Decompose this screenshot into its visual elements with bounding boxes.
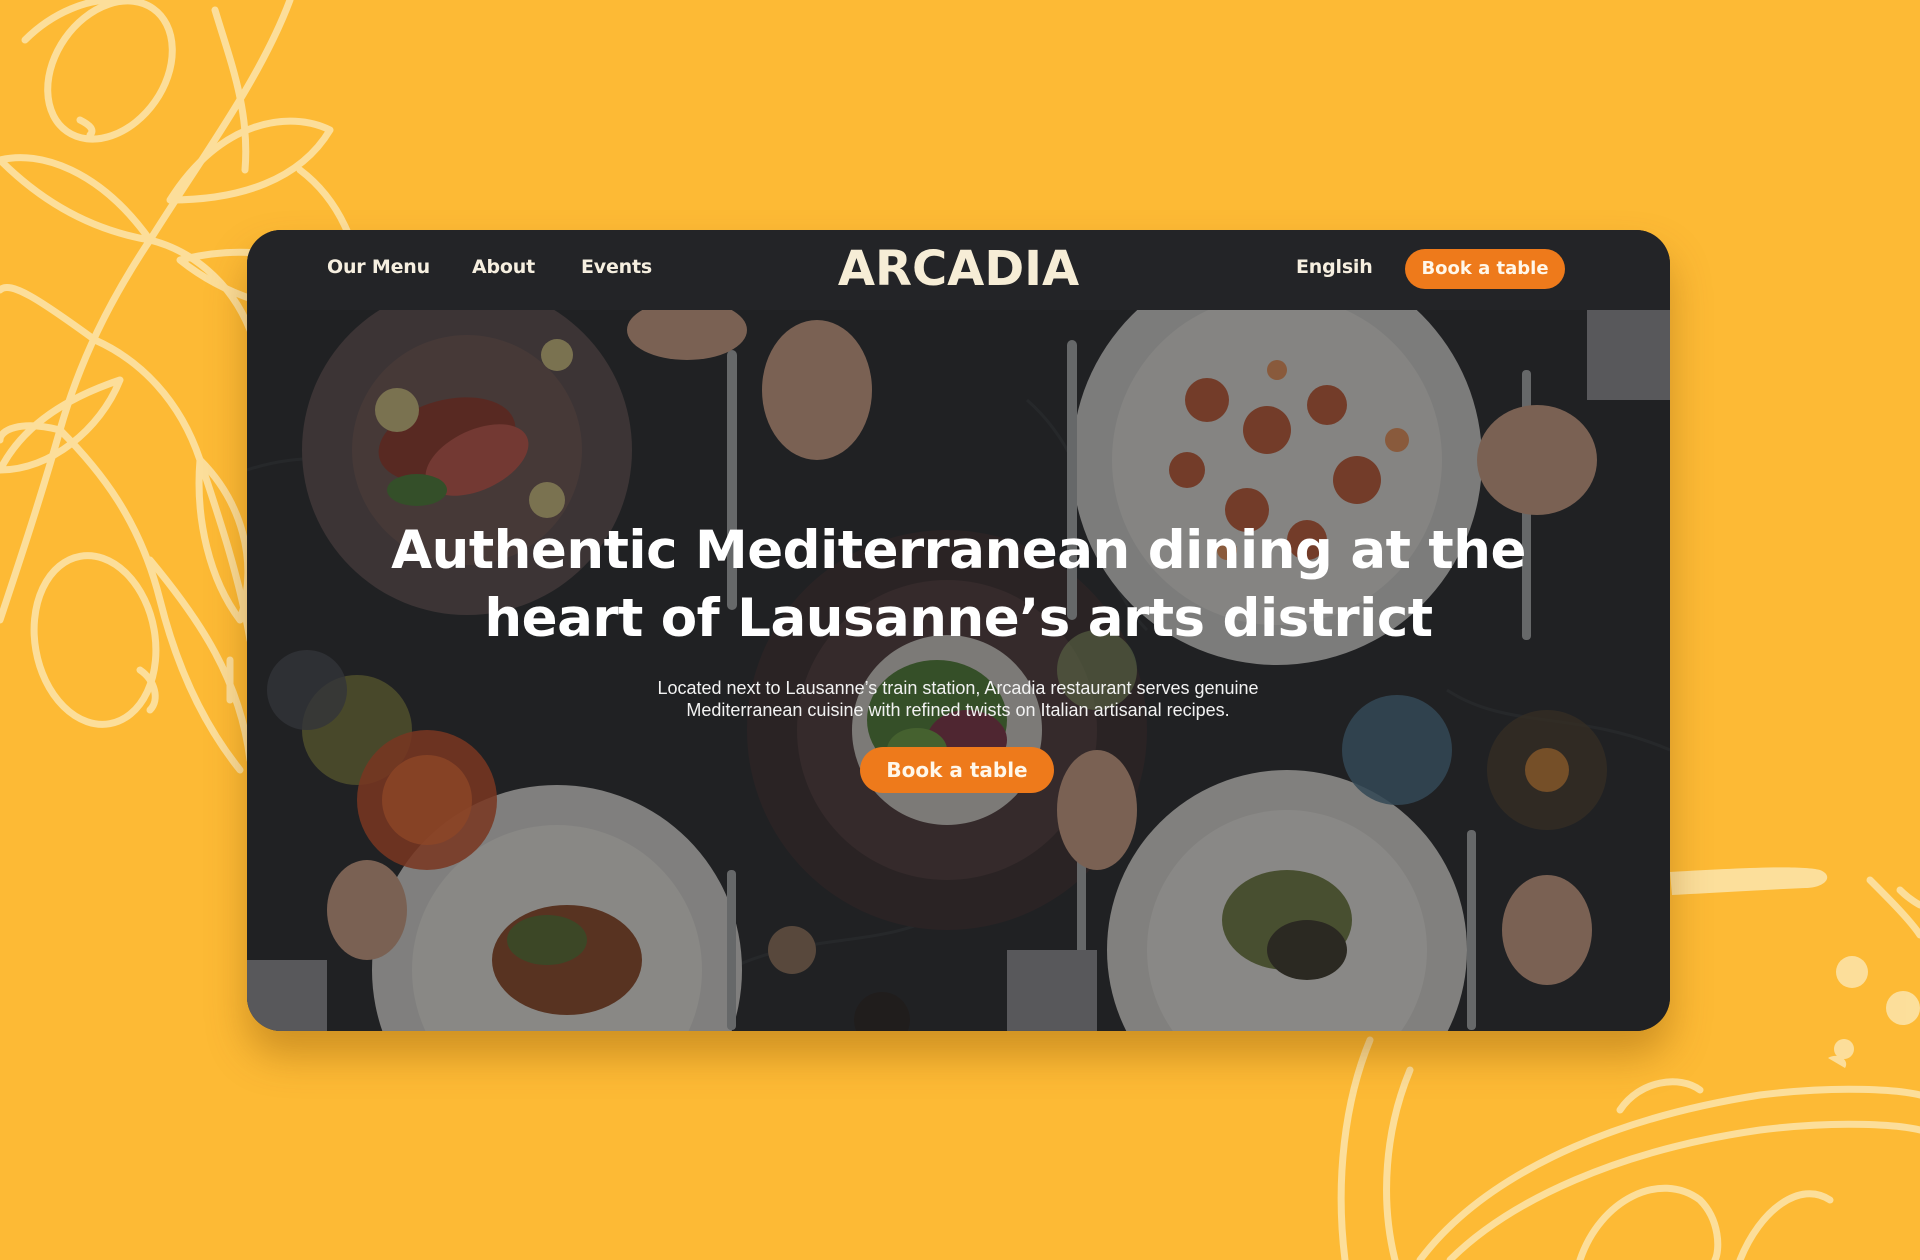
hero-section: Authentic Mediterranean dining at the he…: [247, 310, 1670, 1031]
hero-description: Located next to Lausanne’s train station…: [657, 678, 1259, 720]
website-mockup-card: Our Menu About Events ARCADIA Englsih Bo…: [247, 230, 1670, 1031]
hero-dark-overlay: [247, 310, 1670, 1031]
book-a-table-hero-button[interactable]: Book a table: [860, 747, 1054, 793]
hero-headline: Authentic Mediterranean dining at the he…: [391, 520, 1526, 649]
book-a-table-nav-button[interactable]: Book a table: [1405, 249, 1565, 289]
language-selector[interactable]: Englsih: [1296, 256, 1373, 278]
page-canvas: Our Menu About Events ARCADIA Englsih Bo…: [0, 0, 1920, 1260]
top-navigation-bar: Our Menu About Events ARCADIA Englsih Bo…: [247, 230, 1670, 310]
